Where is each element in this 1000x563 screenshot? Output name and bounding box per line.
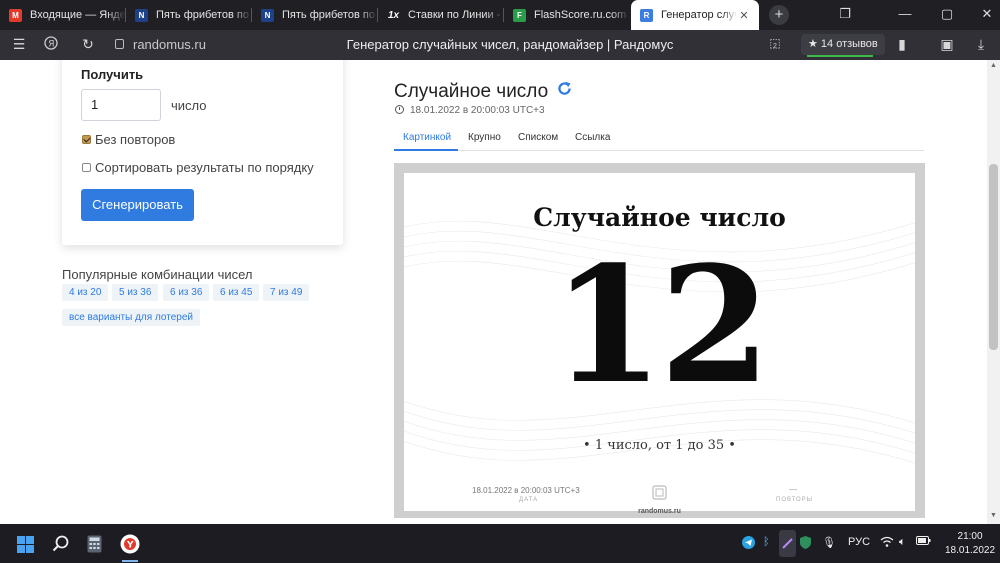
microphone-icon[interactable]: 🎙︎	[822, 536, 836, 549]
maximize-icon[interactable]: ▢	[937, 6, 957, 22]
lottery-variants-link[interactable]: все варианты для лотерей	[62, 309, 200, 326]
pen-icon[interactable]	[779, 530, 796, 557]
result-image-frame: Случайное число 12 • 1 число, от 1 до 35…	[394, 163, 925, 518]
windows-taskbar: Y ᛒ 🎙︎ РУС 🔈︎ 21:00 18.01.2022	[0, 524, 1000, 563]
bookmark-icon[interactable]: ▮	[893, 36, 911, 53]
windows-start-icon[interactable]	[17, 536, 34, 553]
browser-tab[interactable]: F FlashScore.ru.com -	[504, 0, 630, 30]
count-unit-label: число	[171, 98, 207, 113]
reviews-indicator	[807, 55, 873, 57]
tab-link[interactable]: Ссылка	[575, 132, 610, 143]
result-view-tabs: Картинкой Крупно Списком Ссылка	[394, 126, 924, 151]
combination-chip[interactable]: 7 из 49	[263, 284, 310, 301]
no-repeat-checkbox[interactable]	[82, 135, 91, 144]
combination-chip[interactable]: 4 из 20	[62, 284, 109, 301]
browser-tab[interactable]: M Входящие — Яндек	[0, 0, 126, 30]
yandex-browser-icon[interactable]: Y	[120, 534, 140, 554]
combination-chip[interactable]: 6 из 36	[163, 284, 210, 301]
close-tab-icon[interactable]: ✕	[737, 9, 751, 22]
result-date: 18.01.2022 в 20:00:03 UTC+3	[395, 105, 545, 116]
reviews-button[interactable]: ★ 14 отзывов	[801, 34, 885, 55]
image-heading: Случайное число	[533, 203, 786, 232]
sort-label[interactable]: Сортировать результаты по порядку	[95, 160, 314, 175]
tab-image[interactable]: Картинкой	[403, 132, 451, 143]
minimize-icon[interactable]: —	[895, 6, 915, 21]
search-icon[interactable]	[52, 535, 70, 553]
image-subtitle: • 1 число, от 1 до 35 •	[583, 438, 736, 453]
combination-chip[interactable]: 6 из 45	[213, 284, 260, 301]
tab-counter: 2	[773, 43, 777, 50]
browser-tab-active[interactable]: R Генератор случай ✕	[631, 0, 759, 30]
get-label: Получить	[81, 67, 144, 82]
bluetooth-icon[interactable]: ᛒ	[763, 536, 770, 548]
nba-icon: N	[135, 8, 148, 22]
random-number: 12	[552, 231, 771, 419]
volume-icon[interactable]: 🔈︎	[899, 536, 906, 549]
close-window-icon[interactable]: ✕	[977, 6, 997, 22]
flashscore-icon: F	[513, 8, 526, 22]
tab-list[interactable]: Списком	[518, 132, 558, 143]
active-app-indicator	[122, 560, 138, 562]
browser-tab[interactable]: 1x Ставки по Линии -	[378, 0, 504, 30]
system-clock[interactable]: 21:00 18.01.2022	[945, 530, 995, 558]
browser-tab[interactable]: N Пять фрибетов по 2	[126, 0, 252, 30]
result-image[interactable]: Случайное число 12 • 1 число, от 1 до 35…	[404, 173, 915, 511]
dice-icon	[652, 485, 667, 500]
downloads-icon[interactable]: ⤓	[972, 36, 990, 53]
randomus-icon: R	[640, 8, 653, 22]
active-tab-indicator	[394, 149, 458, 151]
clock-time: 21:00	[957, 531, 983, 542]
collections-icon[interactable]: ▣	[938, 36, 956, 53]
page-scrollbar[interactable]: ▲ ▼	[987, 60, 1000, 524]
image-footer-repeat-value: —	[789, 485, 798, 494]
scroll-down-icon[interactable]: ▼	[990, 512, 997, 519]
generate-button[interactable]: Сгенерировать	[81, 189, 194, 221]
image-footer-date: 18.01.2022 в 20:00:03 UTC+3	[472, 486, 580, 495]
scrollbar-thumb[interactable]	[989, 164, 998, 350]
result-title: Случайное число	[394, 81, 549, 102]
tabs-menu-icon[interactable]: ❐	[835, 6, 855, 22]
battery-icon[interactable]	[916, 536, 931, 548]
wifi-icon[interactable]	[880, 536, 894, 550]
image-site-watermark: randomus.ru	[638, 508, 681, 515]
clock-icon	[395, 105, 404, 114]
calculator-icon[interactable]	[87, 535, 102, 553]
page-content: Получить 1 число Без повторов Сортироват…	[0, 60, 987, 524]
sort-checkbox[interactable]	[82, 163, 91, 172]
browser-toolbar: ☰ Я ↻ randomus.ru Генератор случайных чи…	[0, 30, 1000, 60]
tab-large[interactable]: Крупно	[468, 132, 501, 143]
language-indicator[interactable]: РУС	[848, 536, 870, 548]
mail-icon: M	[9, 8, 22, 22]
defender-icon[interactable]	[800, 536, 811, 552]
combination-chip[interactable]: 5 из 36	[112, 284, 159, 301]
1x-icon: 1x	[387, 8, 400, 22]
new-tab-button[interactable]: +	[769, 5, 789, 25]
nba-icon: N	[261, 8, 274, 22]
scroll-up-icon[interactable]: ▲	[990, 62, 997, 69]
refresh-icon[interactable]	[556, 80, 573, 97]
clock-date: 18.01.2022	[945, 545, 996, 556]
browser-tab[interactable]: N Пять фрибетов по 2	[252, 0, 378, 30]
no-repeat-label[interactable]: Без повторов	[95, 132, 175, 147]
popular-combinations-title: Популярные комбинации чисел	[62, 267, 253, 282]
count-input[interactable]: 1	[81, 89, 161, 121]
browser-tab-strip: M Входящие — Яндек N Пять фрибетов по 2 …	[0, 0, 1000, 30]
svg-text:Y: Y	[126, 541, 134, 551]
telegram-icon[interactable]	[742, 536, 755, 552]
image-footer-repeat-label: ПОВТОРЫ	[776, 497, 813, 503]
image-footer-date-label: ДАТА	[519, 497, 539, 503]
